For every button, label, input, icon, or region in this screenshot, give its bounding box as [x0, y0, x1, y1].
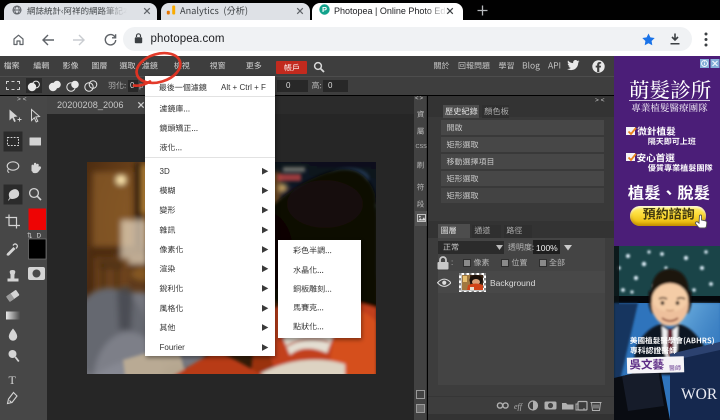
- svg-text:eff: eff: [514, 402, 524, 411]
- svg-text:P: P: [321, 5, 326, 14]
- svg-text:D: D: [37, 233, 42, 240]
- svg-text:T: T: [9, 373, 17, 387]
- svg-text:WOR: WOR: [681, 386, 718, 403]
- svg-text:⇅: ⇅: [27, 233, 33, 240]
